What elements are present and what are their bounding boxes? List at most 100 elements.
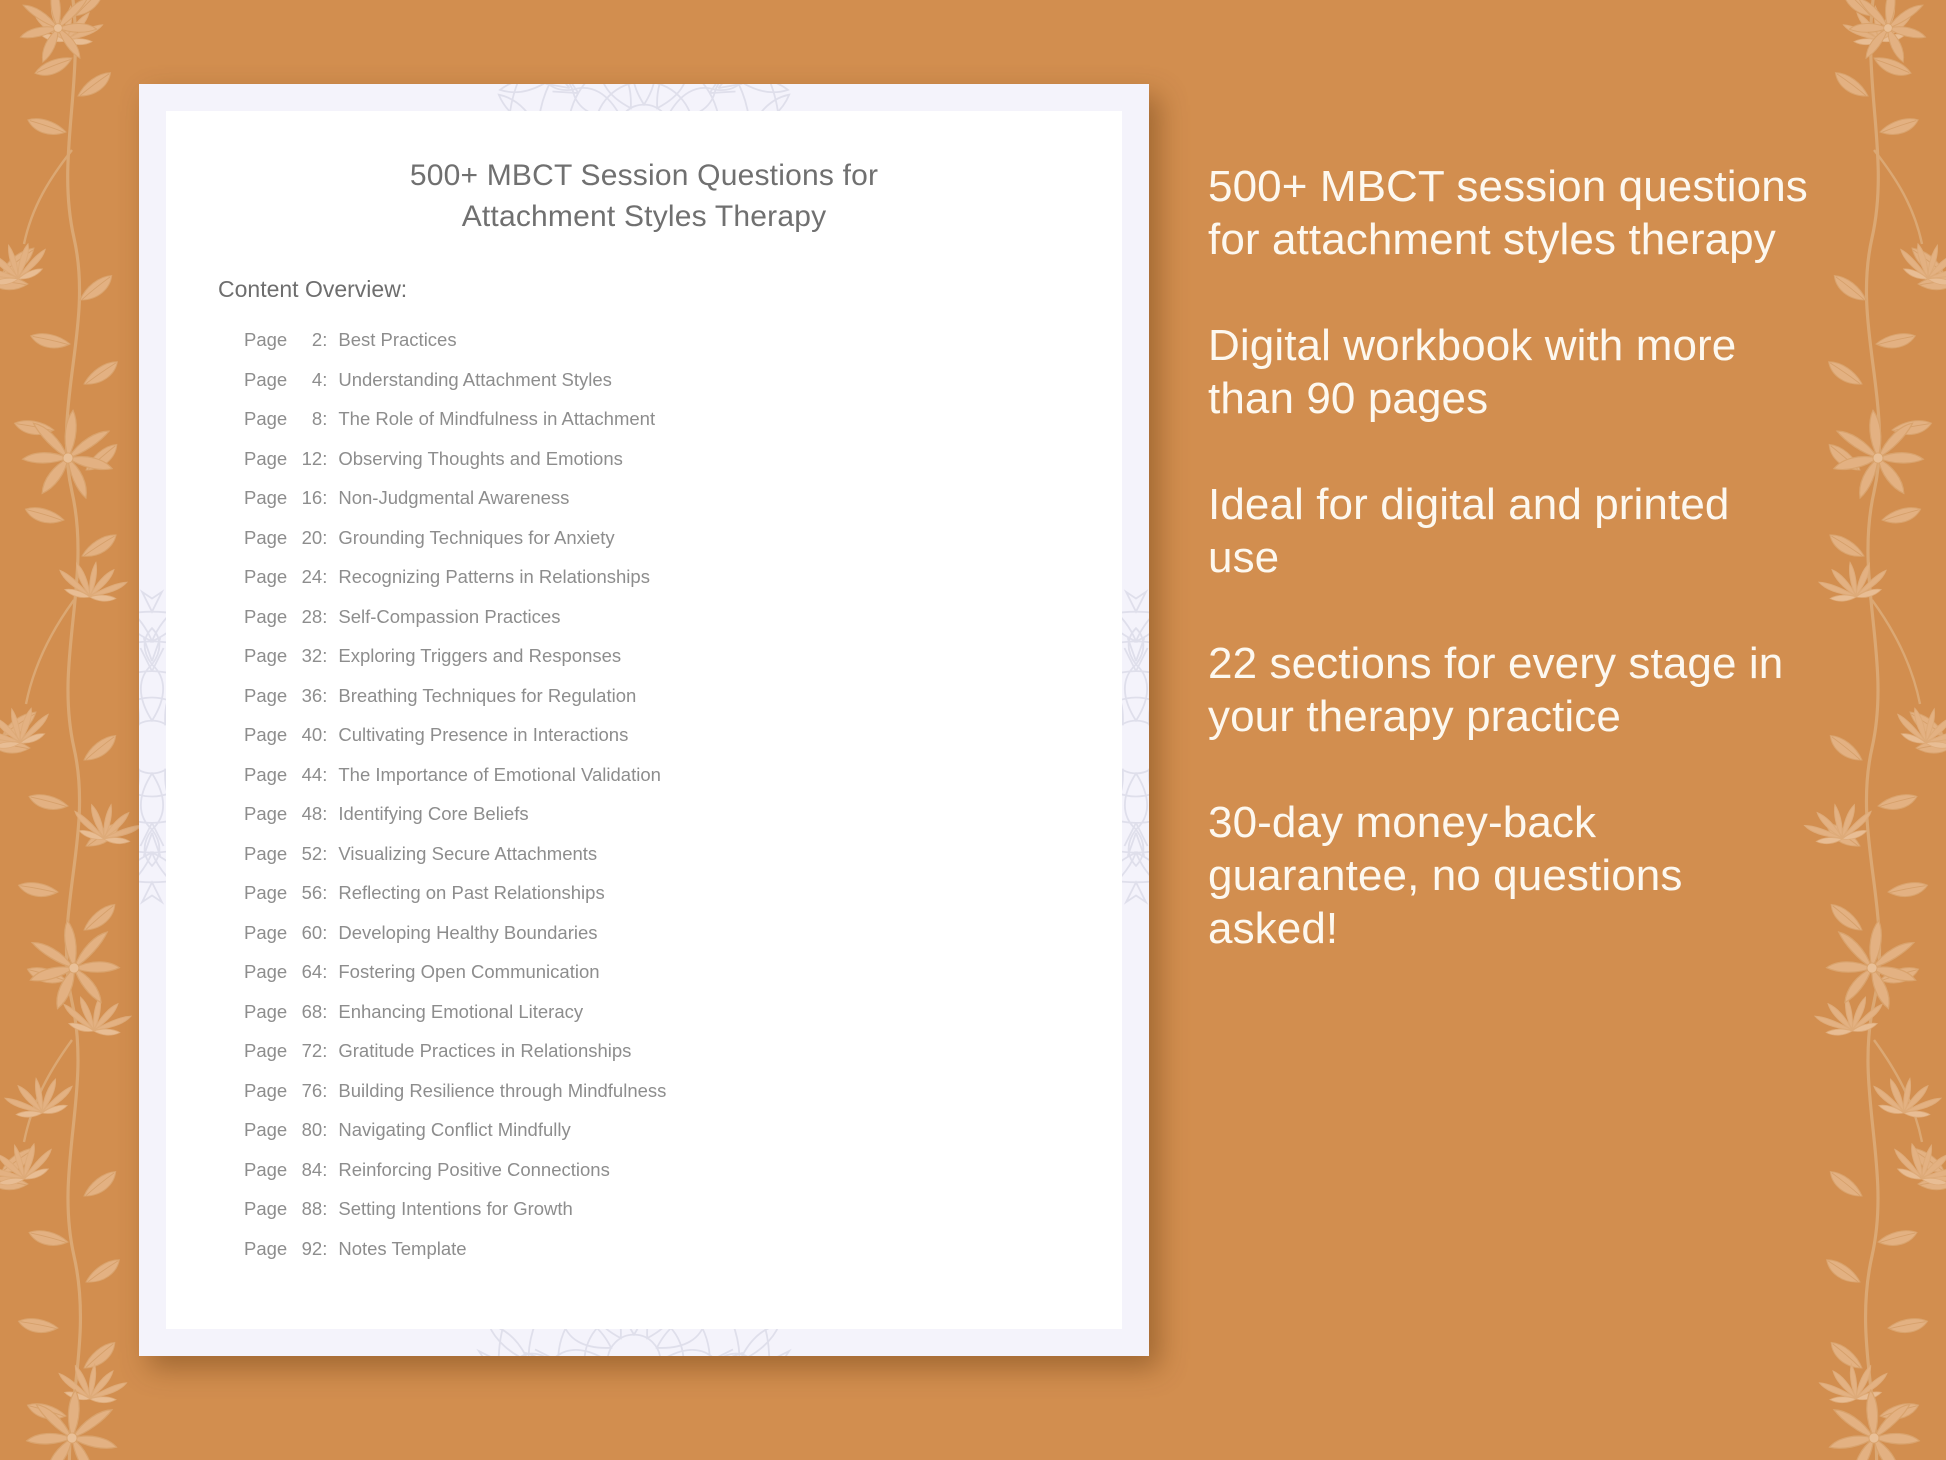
toc-entry-title: Breathing Techniques for Regulation <box>338 684 637 706</box>
toc-entry[interactable]: Page 28: Self-Compassion Practices <box>244 606 1102 646</box>
toc-entry-page-number: 20 <box>301 526 323 548</box>
toc-entry-page-word: Page <box>244 487 288 508</box>
toc-entry-page-word: Page <box>244 447 288 469</box>
toc-entry-title: Understanding Attachment Styles <box>338 368 612 390</box>
toc-entry-title: The Importance of Emotional Validation <box>338 763 661 785</box>
toc-entry-page-word: Page <box>244 408 288 429</box>
toc-entry[interactable]: Page 4: Understanding Attachment Styles <box>244 369 1102 409</box>
toc-entry-colon: : <box>322 1000 328 1022</box>
toc-entry-colon: : <box>322 1158 328 1180</box>
toc-entry-title: Cultivating Presence in Interactions <box>338 724 629 745</box>
toc-entry[interactable]: Page 44: The Importance of Emotional Valid… <box>244 764 1102 804</box>
toc-entry[interactable]: Page 36: Breathing Techniques for Regulati… <box>244 685 1102 725</box>
toc-entry-title: Reinforcing Positive Connections <box>338 1158 610 1180</box>
toc-entry-page-number: 68 <box>301 1000 323 1022</box>
document-preview-card[interactable]: 500+ MBCT Session Questions for Attachme… <box>139 84 1149 1356</box>
toc-entry-title: Gratitude Practices in Relationships <box>338 1040 632 1061</box>
toc-entry[interactable]: Page 92: Notes Template <box>244 1238 1102 1278</box>
toc-entry-page-number: 44 <box>301 763 323 785</box>
toc-entry-colon: : <box>322 329 328 350</box>
toc-entry[interactable]: Page 76: Building Resilience through Mindf… <box>244 1080 1102 1120</box>
toc-entry-title: Observing Thoughts and Emotions <box>338 447 623 469</box>
toc-entry-page-number: 24 <box>301 566 323 587</box>
toc-entry-colon: : <box>322 803 328 824</box>
table-of-contents: Page 2: Best Practices Page 4: Understanding … <box>244 329 1102 1277</box>
toc-entry-title: Best Practices <box>338 329 457 350</box>
toc-entry-page-number: 72 <box>301 1040 323 1061</box>
page-title-line-1: 500+ MBCT Session Questions for <box>409 159 879 192</box>
toc-entry[interactable]: Page 12: Observing Thoughts and Emotions <box>244 448 1102 488</box>
toc-entry-page-number: 60 <box>301 921 323 943</box>
marketing-feature-item: Ideal for digital and printed use <box>1208 480 1730 582</box>
toc-entry-colon: : <box>322 1119 328 1140</box>
toc-entry[interactable]: Page 60: Developing Healthy Boundaries <box>244 922 1102 962</box>
toc-entry[interactable]: Page 2: Best Practices <box>244 329 1102 369</box>
toc-entry-page-number: 56 <box>301 882 323 903</box>
toc-entry-colon: : <box>322 408 328 429</box>
toc-entry[interactable]: Page 64: Fostering Open Communication <box>244 961 1102 1001</box>
toc-entry[interactable]: Page 48: Identifying Core Beliefs <box>244 803 1102 843</box>
toc-entry[interactable]: Page 20: Grounding Techniques for Anxiety <box>244 527 1102 567</box>
toc-entry-page-word: Page <box>244 842 288 864</box>
toc-entry-page-number: 8 <box>311 408 323 429</box>
toc-entry-colon: : <box>322 684 328 706</box>
toc-entry-colon: : <box>322 368 328 390</box>
toc-entry-page-word: Page <box>244 645 288 666</box>
toc-entry[interactable]: Page 8: The Role of Mindfulness in Attachm… <box>244 408 1102 448</box>
toc-entry[interactable]: Page 16: Non-Judgmental Awareness <box>244 487 1102 527</box>
toc-entry-title: Grounding Techniques for Anxiety <box>338 526 615 548</box>
toc-entry-colon: : <box>322 724 328 745</box>
toc-entry-page-word: Page <box>244 329 288 350</box>
toc-entry-page-number: 32 <box>301 645 323 666</box>
toc-entry-title: Visualizing Secure Attachments <box>338 842 598 864</box>
toc-entry[interactable]: Page 88: Setting Intentions for Growth <box>244 1198 1102 1238</box>
toc-entry-page-word: Page <box>244 1237 288 1259</box>
toc-entry[interactable]: Page 72: Gratitude Practices in Relationsh… <box>244 1040 1102 1080</box>
toc-entry-page-word: Page <box>244 368 288 390</box>
toc-entry-title: Developing Healthy Boundaries <box>338 921 598 943</box>
toc-entry[interactable]: Page 24: Recognizing Patterns in Relations… <box>244 566 1102 606</box>
toc-entry-title: Self-Compassion Practices <box>338 605 561 627</box>
toc-entry-title: Enhancing Emotional Literacy <box>338 1000 584 1022</box>
marketing-feature-item: 22 sections for every stage in your ther… <box>1208 639 1784 741</box>
toc-entry-page-word: Page <box>244 724 288 745</box>
toc-entry-page-word: Page <box>244 1198 288 1219</box>
toc-entry-page-number: 76 <box>301 1079 323 1101</box>
toc-entry-colon: : <box>322 961 328 982</box>
toc-entry[interactable]: Page 80: Navigating Conflict Mindfully <box>244 1119 1102 1159</box>
toc-entry[interactable]: Page 52: Visualizing Secure Attachments <box>244 843 1102 883</box>
toc-entry-page-word: Page <box>244 566 288 587</box>
marketing-feature-item: 30-day money-back guarantee, no question… <box>1208 798 1683 953</box>
toc-entry-colon: : <box>322 842 328 864</box>
toc-entry[interactable]: Page 84: Reinforcing Positive Connections <box>244 1159 1102 1199</box>
toc-entry-colon: : <box>322 921 328 943</box>
page-title: 500+ MBCT Session Questions for Attachme… <box>166 155 1122 237</box>
toc-entry-page-word: Page <box>244 763 288 785</box>
toc-entry[interactable]: Page 40: Cultivating Presence in Interacti… <box>244 724 1102 764</box>
toc-entry-colon: : <box>322 882 328 903</box>
toc-entry-page-number: 52 <box>301 842 323 864</box>
toc-entry-title: Setting Intentions for Growth <box>338 1198 573 1219</box>
toc-entry[interactable]: Page 56: Reflecting on Past Relationships <box>244 882 1102 922</box>
toc-entry-title: Building Resilience through Mindfulness <box>338 1079 667 1101</box>
toc-entry-page-word: Page <box>244 1040 288 1061</box>
toc-entry-page-number: 28 <box>301 605 323 627</box>
toc-entry-page-number: 36 <box>301 684 323 706</box>
toc-entry-page-number: 48 <box>301 803 323 824</box>
toc-entry-title: Exploring Triggers and Responses <box>338 645 622 666</box>
toc-entry-colon: : <box>322 1198 328 1219</box>
toc-entry[interactable]: Page 32: Exploring Triggers and Responses <box>244 645 1102 685</box>
toc-entry-colon: : <box>322 487 328 508</box>
document-page: 500+ MBCT Session Questions for Attachme… <box>166 111 1122 1329</box>
toc-entry-colon: : <box>322 605 328 627</box>
toc-entry-page-number: 40 <box>301 724 323 745</box>
toc-entry-title: Reflecting on Past Relationships <box>338 882 605 903</box>
toc-entry-colon: : <box>322 566 328 587</box>
toc-entry-page-number: 80 <box>301 1119 323 1140</box>
page-title-line-2: Attachment Styles Therapy <box>461 200 827 233</box>
toc-entry-title: Recognizing Patterns in Relationships <box>338 566 650 587</box>
content-overview-heading: Content Overview: <box>218 276 408 302</box>
toc-entry-page-number: 84 <box>301 1158 323 1180</box>
toc-entry-colon: : <box>322 1237 328 1259</box>
toc-entry[interactable]: Page 68: Enhancing Emotional Literacy <box>244 1001 1102 1041</box>
